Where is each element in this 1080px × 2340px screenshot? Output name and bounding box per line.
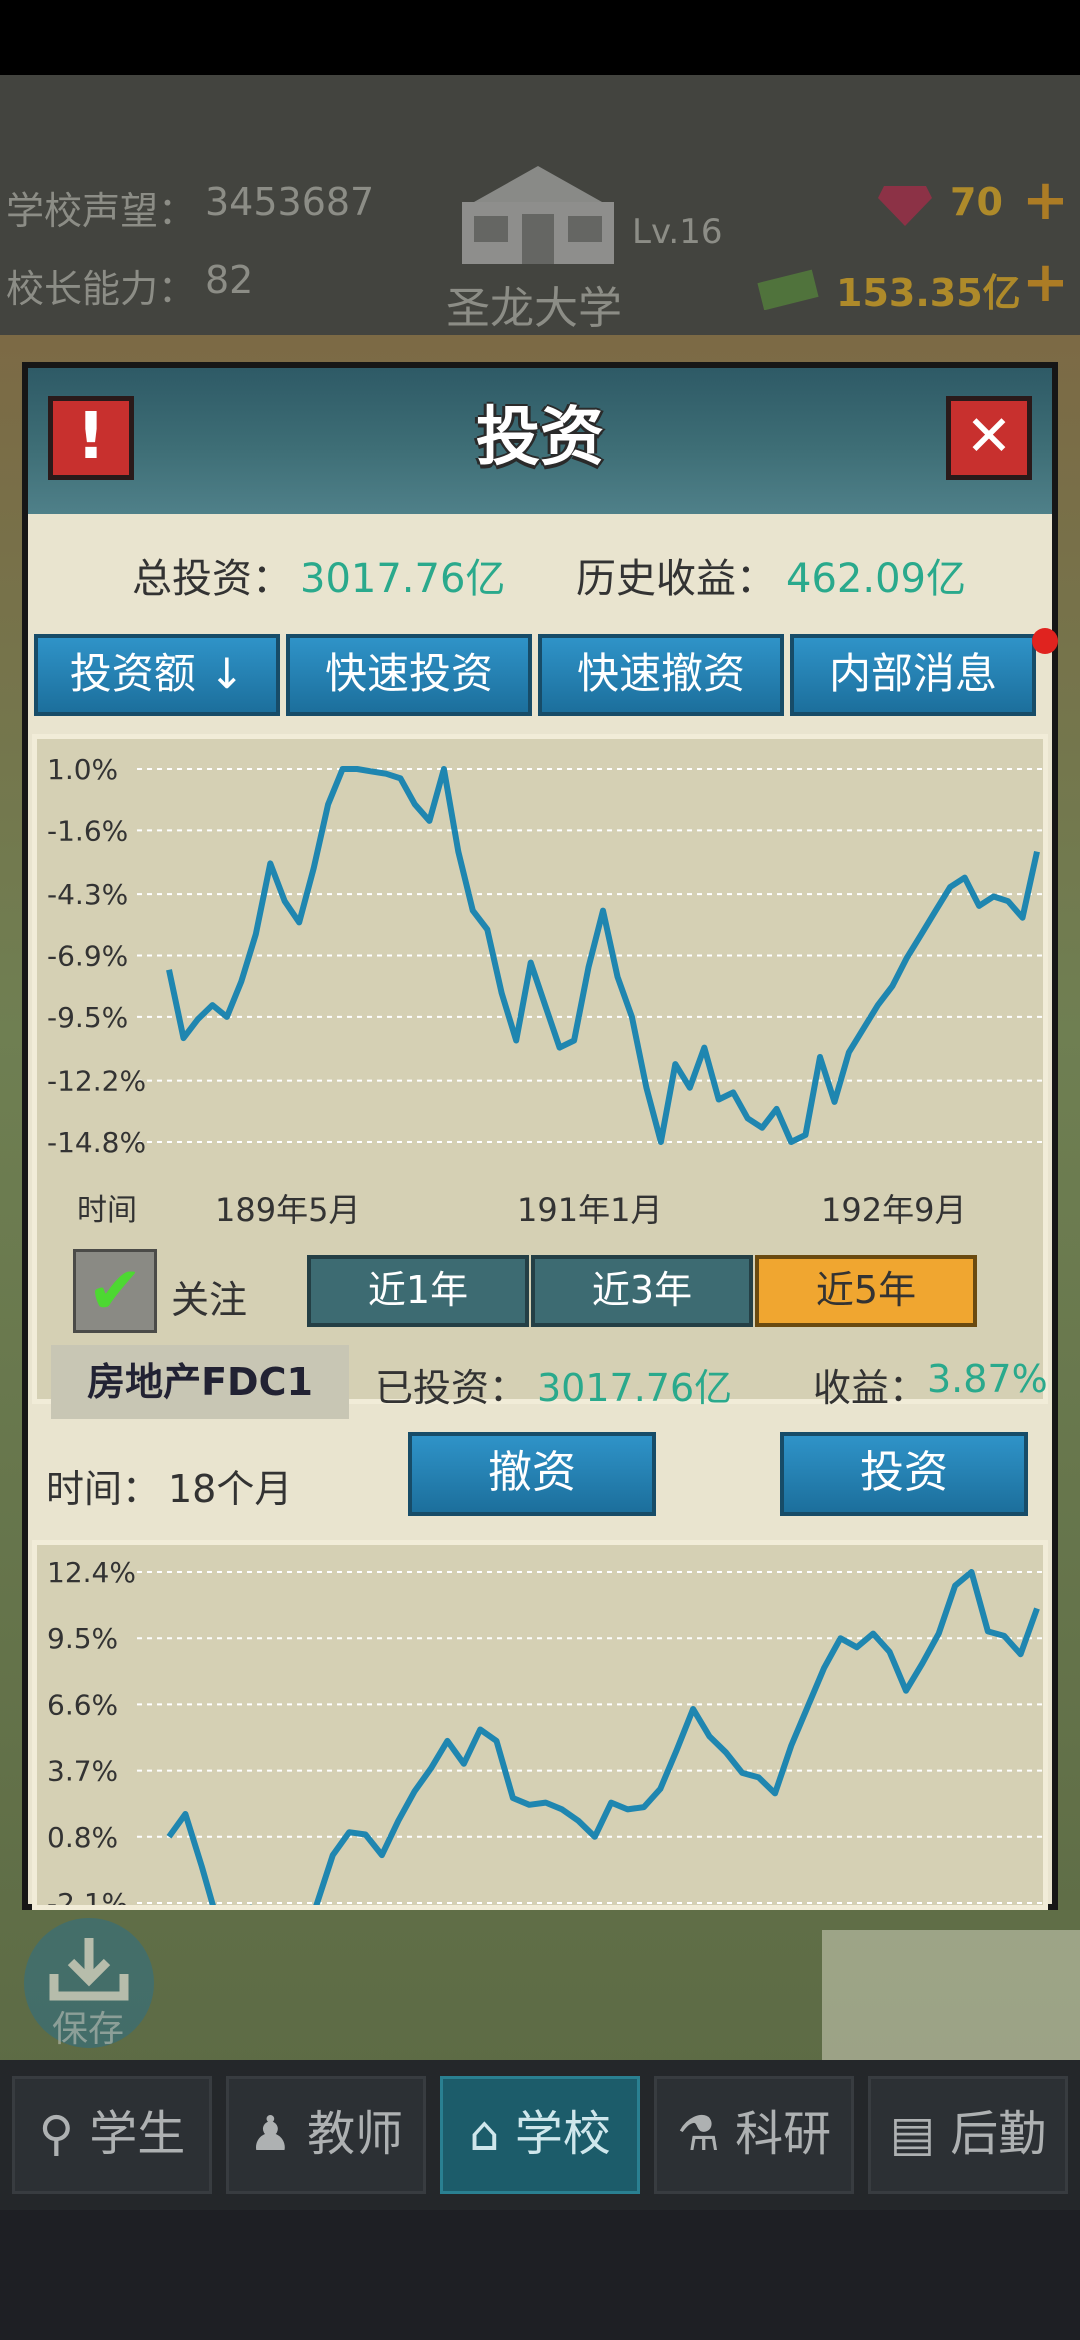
- background-mini-chart: [822, 1930, 1080, 2060]
- range-5y-button[interactable]: 近5年: [755, 1255, 977, 1327]
- duration-value: 18个月: [168, 1467, 293, 1511]
- total-investment-label: 总投资：: [132, 556, 292, 602]
- alert-icon: !: [76, 400, 106, 474]
- y-tick-label: -14.8%: [47, 1126, 146, 1159]
- nav-school[interactable]: ⌂ 学校: [440, 2076, 640, 2194]
- x-tick: 192年9月: [821, 1191, 967, 1229]
- watch-checkbox[interactable]: ✔: [73, 1249, 157, 1333]
- range-1y-button[interactable]: 近1年: [307, 1255, 529, 1327]
- y-tick-label: 12.4%: [47, 1556, 136, 1589]
- price-chart: 12.4% 9.5% 6.6% 3.7% 0.8% -2.1%: [47, 1556, 1043, 1910]
- nav-label: 学生: [89, 2106, 186, 2162]
- y-tick-label: 9.5%: [47, 1622, 118, 1655]
- save-label: 保存: [52, 2009, 125, 2050]
- total-investment-value: 3017.76亿: [300, 556, 506, 602]
- watch-label: 关注: [171, 1278, 248, 1322]
- money-icon: [756, 262, 822, 314]
- system-nav-bar: [0, 2210, 1080, 2340]
- ability-label: 校长能力：: [6, 267, 197, 311]
- x-tick: 191年1月: [517, 1191, 663, 1229]
- nav-label: 学校: [514, 2106, 611, 2162]
- y-tick-label: -12.2%: [47, 1065, 146, 1098]
- flask-icon: ⚗: [676, 2106, 736, 2162]
- clipboard-icon: ▤: [889, 2106, 951, 2162]
- invested-label: 已投资：: [375, 1366, 528, 1410]
- invest-button[interactable]: 投资: [780, 1432, 1028, 1516]
- y-tick-label: -6.9%: [47, 940, 128, 973]
- teacher-icon: ♟: [248, 2106, 308, 2162]
- nav-label: 科研: [735, 2106, 832, 2162]
- student-icon: ⚲: [38, 2106, 90, 2162]
- nav-logistics[interactable]: ▤ 后勤: [868, 2076, 1068, 2194]
- range-3y-button[interactable]: 近3年: [531, 1255, 753, 1327]
- return-value: 3.87%: [927, 1357, 1048, 1401]
- nav-research[interactable]: ⚗ 科研: [654, 2076, 854, 2194]
- y-tick-label: -9.5%: [47, 1001, 128, 1034]
- nav-label: 教师: [307, 2106, 404, 2162]
- nav-teachers[interactable]: ♟ 教师: [226, 2076, 426, 2194]
- y-tick-label: -1.6%: [47, 814, 128, 847]
- price-chart: 1.0% -1.6% -4.3% -6.9% -9.5% -12.2% -14.8%: [47, 753, 1043, 1159]
- reputation-label: 学校声望：: [6, 189, 197, 233]
- status-bar: [0, 0, 1080, 75]
- close-button[interactable]: ✕: [946, 396, 1032, 480]
- stock-card: 1.0% -1.6% -4.3% -6.9% -9.5% -12.2% -14.8% 时间 …: [32, 734, 1048, 1419]
- school-building-icon[interactable]: [452, 162, 624, 268]
- school-name: 圣龙大学: [446, 283, 622, 334]
- history-return-value: 462.09亿: [786, 556, 966, 602]
- history-return-label: 历史收益：: [576, 556, 776, 602]
- quick-invest-button[interactable]: 快速投资: [286, 634, 532, 716]
- withdraw-button[interactable]: 撤资: [408, 1432, 656, 1516]
- close-icon: ✕: [965, 404, 1013, 469]
- return-label: 收益：: [813, 1366, 928, 1410]
- gem-icon: [876, 182, 934, 232]
- nav-label: 后勤: [950, 2106, 1047, 2162]
- school-icon: ⌂: [469, 2106, 515, 2162]
- reputation-value: 3453687: [205, 180, 375, 224]
- ability-value: 82: [205, 258, 254, 302]
- school-level: Lv.16: [632, 212, 723, 252]
- gem-count: 70: [950, 180, 1003, 224]
- alert-button[interactable]: !: [48, 396, 134, 480]
- series-line: [166, 1569, 1040, 1905]
- y-tick-label: 1.0%: [47, 753, 118, 786]
- quick-withdraw-button[interactable]: 快速撤资: [538, 634, 784, 716]
- checkmark-icon: ✔: [87, 1252, 143, 1329]
- y-tick-label: 6.6%: [47, 1688, 118, 1721]
- duration-label: 时间：: [46, 1467, 161, 1511]
- sort-by-amount-button[interactable]: 投资额 ↓: [34, 634, 280, 716]
- dialog-title: 投资: [476, 401, 604, 475]
- y-tick-label: 0.8%: [47, 1821, 118, 1854]
- y-tick-label: -2.1%: [47, 1887, 128, 1910]
- add-money-button[interactable]: +: [1022, 250, 1069, 315]
- nav-students[interactable]: ⚲ 学生: [12, 2076, 212, 2194]
- x-axis-title: 时间: [77, 1193, 137, 1228]
- insider-news-button[interactable]: 内部消息: [790, 634, 1036, 716]
- y-tick-label: -4.3%: [47, 878, 128, 911]
- stock-card: 12.4% 9.5% 6.6% 3.7% 0.8% -2.1%: [32, 1540, 1048, 1910]
- investment-dialog: 投资 ! ✕ 总投资： 3017.76亿 历史收益： 462.09亿 投资额 ↓…: [22, 362, 1058, 1910]
- notification-dot: [1032, 628, 1058, 654]
- money-amount: 153.35亿: [836, 271, 1021, 315]
- x-tick: 189年5月: [215, 1191, 361, 1229]
- y-tick-label: 3.7%: [47, 1755, 118, 1788]
- add-gems-button[interactable]: +: [1022, 168, 1069, 233]
- stock-name: 房地产FDC1: [51, 1345, 349, 1419]
- invested-value: 3017.76亿: [537, 1366, 733, 1410]
